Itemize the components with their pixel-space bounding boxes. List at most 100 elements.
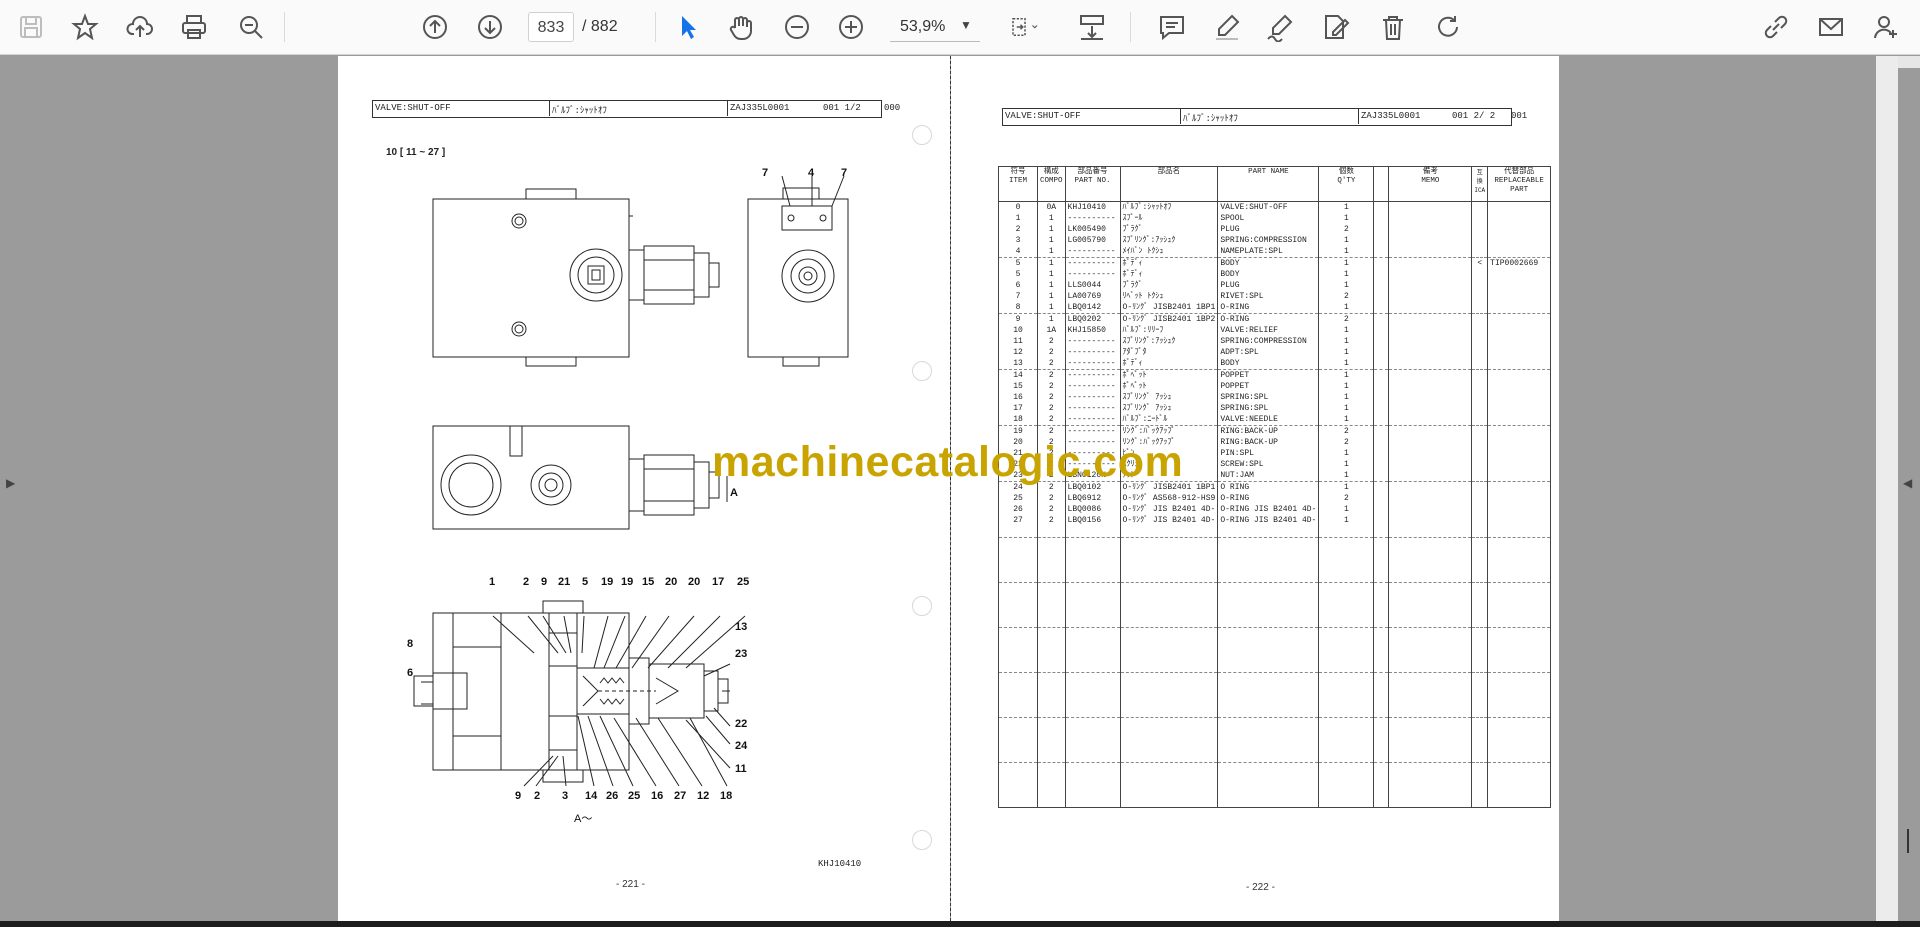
delete-icon[interactable] — [1376, 9, 1410, 45]
cell-jp: ﾊﾞﾙﾌﾞ:ﾘﾘｰﾌ — [1119, 325, 1219, 336]
cell-empty — [1388, 549, 1473, 560]
cell-qty: 1 — [1318, 269, 1375, 280]
cell-empty — [1471, 717, 1489, 729]
cell-empty — [1471, 796, 1489, 808]
cell-jp: ｱﾀﾞﾌﾟﾀ — [1119, 347, 1219, 358]
cell-empty — [1471, 751, 1489, 763]
cell-jp: O-ﾘﾝｸﾞ AS568-912-HS9 — [1119, 493, 1219, 504]
cell-qty: 1 — [1318, 213, 1375, 224]
cell-ica — [1471, 459, 1489, 470]
cell-empty — [1318, 571, 1375, 583]
cell-part_no: LLS0044 — [1064, 280, 1121, 291]
prev-page-icon[interactable] — [418, 9, 452, 45]
cell-ica — [1471, 437, 1489, 448]
cell-empty — [1217, 650, 1320, 661]
cell-item: 26 — [998, 504, 1038, 515]
cell-empty — [1487, 706, 1552, 718]
rotate-icon[interactable] — [1431, 9, 1465, 45]
right-panel-toggle[interactable]: ◀ — [1898, 56, 1920, 921]
cell-empty — [998, 796, 1038, 808]
cell-name: PLUG — [1217, 224, 1320, 235]
cell-ica — [1471, 201, 1489, 213]
expand-left-icon[interactable]: ▶ — [6, 476, 15, 490]
bookmark-star-icon[interactable] — [68, 9, 102, 45]
left-panel-toggle[interactable]: ▶ — [0, 56, 22, 921]
cell-empty — [1217, 785, 1320, 796]
cell-empty — [1373, 280, 1390, 291]
print-icon[interactable] — [177, 9, 211, 45]
email-icon[interactable] — [1813, 9, 1849, 45]
upload-icon[interactable] — [123, 9, 157, 45]
zoom-search-icon[interactable] — [234, 9, 268, 45]
cell-empty — [1037, 526, 1066, 538]
scrollbar-thumb[interactable] — [1907, 829, 1909, 853]
cell-comp: 1 — [1037, 313, 1066, 325]
cell-ica — [1471, 313, 1489, 325]
binder-hole — [912, 125, 932, 145]
cell-empty — [1373, 470, 1390, 482]
cell-empty — [1119, 684, 1219, 695]
header-code: ZAJ335L0001 — [1361, 111, 1421, 121]
scroll-mode-icon[interactable] — [1074, 9, 1110, 45]
chevron-down-icon[interactable]: ▼ — [960, 18, 972, 32]
page-number-input[interactable]: 833 — [528, 12, 574, 42]
cell-empty — [1487, 729, 1552, 740]
edit-pdf-icon[interactable] — [1318, 9, 1352, 45]
cell-rep — [1487, 425, 1552, 437]
cell-comp: 2 — [1037, 414, 1066, 426]
cell-rep — [1487, 481, 1552, 493]
cell-empty — [1373, 695, 1390, 706]
cell-empty — [1388, 560, 1473, 571]
cell-empty — [1119, 627, 1219, 639]
cell-empty — [1388, 302, 1473, 314]
fit-page-icon[interactable] — [1002, 9, 1048, 45]
zoom-out-icon[interactable] — [780, 9, 814, 45]
cell-empty — [1388, 582, 1473, 594]
comment-icon[interactable] — [1155, 9, 1189, 45]
save-icon[interactable] — [14, 9, 48, 45]
cell-qty: 1 — [1318, 257, 1375, 269]
cell-empty — [1388, 257, 1473, 269]
cell-empty — [1471, 560, 1489, 571]
next-page-icon[interactable] — [473, 9, 507, 45]
cell-empty — [998, 717, 1038, 729]
sign-icon[interactable] — [1263, 9, 1297, 45]
share-link-icon[interactable] — [1758, 9, 1794, 45]
toolbar-separator — [1130, 12, 1131, 42]
cell-empty — [1471, 571, 1489, 583]
table-row-empty — [998, 695, 1552, 706]
add-user-icon[interactable] — [1868, 9, 1904, 45]
highlight-pen-icon[interactable] — [1210, 9, 1244, 45]
callout-label: 9 — [541, 576, 548, 588]
table-row: 26 2 LBQ0086 O-ﾘﾝｸﾞ JIS B2401 4D- O-RING JIS… — [998, 504, 1552, 515]
cell-empty — [1471, 740, 1489, 751]
table-row: 7 1 LA00769 ﾘﾍﾞｯﾄ ﾄｸｼｭ RIVET:SPL 2 — [998, 291, 1552, 302]
cell-empty — [1373, 201, 1390, 213]
cell-empty — [1064, 526, 1121, 538]
cell-name: BODY — [1217, 269, 1320, 280]
cell-name: SPRING:COMPRESSION — [1217, 235, 1320, 246]
cell-empty — [1388, 774, 1473, 785]
header-divider — [1358, 108, 1359, 124]
col-replaceable: 代替部品 REPLACEABLE PART — [1487, 166, 1552, 202]
cell-empty — [1388, 650, 1473, 661]
cell-empty — [1373, 571, 1390, 583]
expand-right-icon[interactable]: ◀ — [1903, 476, 1912, 490]
select-cursor-icon[interactable] — [670, 9, 704, 45]
cell-empty — [998, 706, 1038, 718]
cell-empty — [1388, 201, 1473, 213]
cell-empty — [1318, 661, 1375, 673]
hand-tool-icon[interactable] — [724, 9, 758, 45]
cell-part_no: ---------- — [1064, 369, 1121, 381]
table-row: 9 1 LBQ0202 O-ﾘﾝｸﾞ JISB2401 1BP2 O-RING 2 — [998, 313, 1552, 325]
scroll-up-area[interactable] — [1898, 56, 1920, 68]
cell-empty — [1373, 762, 1390, 774]
cell-qty: 1 — [1318, 302, 1375, 314]
cell-empty — [1388, 515, 1473, 526]
cell-empty — [998, 582, 1038, 594]
cell-empty — [998, 571, 1038, 583]
cell-comp: 1 — [1037, 224, 1066, 235]
zoom-in-icon[interactable] — [834, 9, 868, 45]
cell-empty — [1373, 582, 1390, 594]
cell-ica — [1471, 358, 1489, 370]
